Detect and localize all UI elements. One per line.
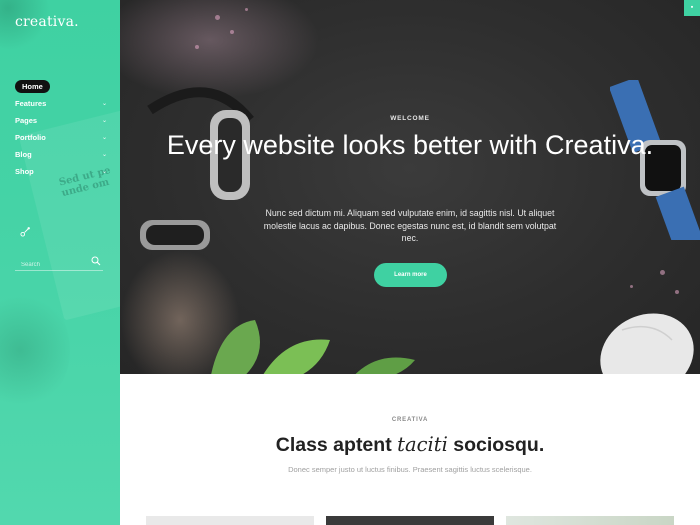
nav-item-label: Blog (15, 150, 32, 159)
nav-item-label: Shop (15, 167, 34, 176)
nav-item-label: Home (15, 80, 50, 93)
hero-text: Nunc sed dictum mi. Aliquam sed vulputat… (263, 208, 557, 243)
section-eyebrow: CREATIVA (391, 417, 429, 423)
mouse-image (600, 313, 694, 374)
chevron-down-icon: ⌄ (101, 101, 107, 107)
blossom-dot (675, 290, 679, 294)
main-nav: Home Features ⌄ Pages ⌄ Portfolio ⌄ Blog… (15, 79, 107, 181)
headphones-image (140, 87, 254, 250)
nav-item-home[interactable]: Home (15, 79, 107, 95)
sidebar: Sed ut pe unde om creativa. Home Feature… (0, 0, 120, 525)
portfolio-card[interactable] (326, 516, 494, 525)
chevron-down-icon: ⌄ (101, 152, 107, 158)
section-title-italic: taciti (397, 433, 448, 456)
chevron-down-icon: ⌄ (101, 135, 107, 141)
share-icon (20, 227, 30, 237)
hero-section: ▪ WELCOME Every website looks better wit… (120, 0, 700, 374)
search-input[interactable] (15, 257, 89, 273)
intro-section: CREATIVA Class aptent taciti sociosqu. D… (120, 374, 700, 525)
section-title-start: Class aptent (275, 434, 398, 456)
blossom-dot (660, 270, 665, 275)
nav-item-pages[interactable]: Pages ⌄ (15, 113, 107, 129)
smartwatch-image (610, 80, 700, 240)
search-box (15, 253, 103, 273)
section-subtitle: Donec semper justo ut luctus finibus. Pr… (288, 465, 532, 474)
blossom-dot (195, 45, 199, 49)
chevron-down-icon: ⌄ (101, 169, 107, 175)
portfolio-card[interactable] (146, 516, 314, 525)
site-logo[interactable]: creativa. (15, 14, 79, 30)
nav-item-label: Pages (15, 116, 38, 125)
social-icon[interactable] (20, 226, 32, 238)
nav-item-portfolio[interactable]: Portfolio ⌄ (15, 130, 107, 146)
blossom-dot (230, 30, 234, 34)
hero-eyebrow: WELCOME (390, 115, 430, 122)
blossom-dot (215, 15, 220, 20)
section-title-end: sociosqu. (447, 434, 545, 456)
nav-item-label: Features (15, 99, 47, 108)
nav-item-blog[interactable]: Blog ⌄ (15, 147, 107, 163)
search-icon[interactable] (91, 256, 101, 266)
menu-toggle-icon[interactable]: ▪ (684, 0, 700, 16)
learn-more-button[interactable]: Learn more (374, 263, 447, 287)
chevron-down-icon: ⌄ (101, 118, 107, 124)
hero-title: Every website looks better with Creativa… (166, 130, 654, 160)
blossom-dot (630, 285, 633, 288)
sidebar-bottom-decoration (0, 290, 70, 410)
nav-item-features[interactable]: Features ⌄ (15, 96, 107, 112)
plant-leaves-image (211, 320, 415, 374)
portfolio-card[interactable] (506, 516, 674, 525)
nav-item-label: Portfolio (15, 133, 46, 142)
section-title: Class aptent taciti sociosqu. (120, 433, 700, 457)
blossom-dot (245, 8, 248, 11)
nav-item-shop[interactable]: Shop ⌄ (15, 164, 107, 180)
